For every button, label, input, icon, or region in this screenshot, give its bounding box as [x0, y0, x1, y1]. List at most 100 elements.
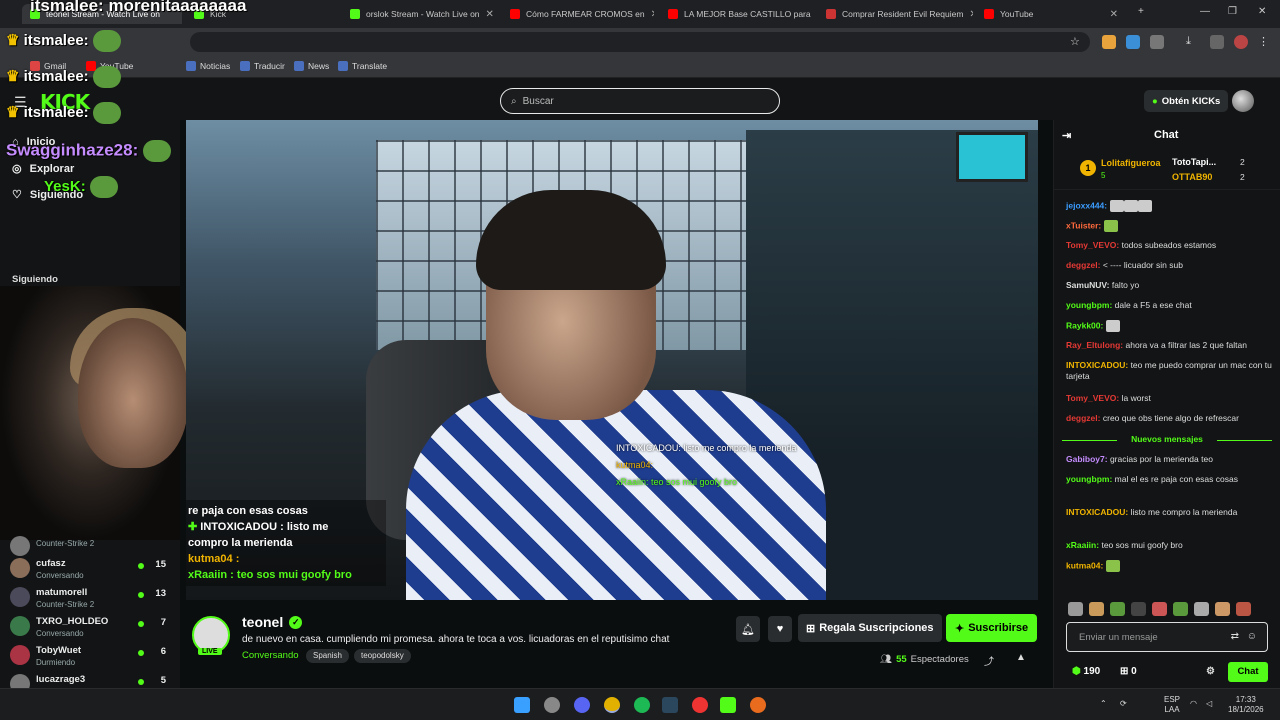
minimize-icon[interactable]: — [1200, 6, 1210, 17]
chat-message[interactable]: xTuister: [1066, 220, 1272, 232]
keyboard-language[interactable]: ESP LAA [1164, 695, 1180, 715]
gear-icon[interactable]: ⚙ [1206, 666, 1215, 677]
following-item-matumorell[interactable]: matumorell Counter-Strike 2 13 [10, 585, 176, 613]
windows-start-icon[interactable] [514, 697, 530, 713]
following-item-txro-holdeo[interactable]: TXRO_HOLDEO Conversando 7 [10, 614, 176, 642]
settings-icon[interactable] [544, 697, 560, 713]
omnibox[interactable] [190, 32, 1090, 52]
chat-message[interactable]: Ray_Eltulong: ahora va a filtrar las 2 q… [1066, 340, 1272, 351]
bookmark-translate[interactable]: Translate [338, 61, 387, 71]
reading-list-icon[interactable] [1210, 35, 1224, 49]
close-tab-icon[interactable]: ✕ [969, 9, 973, 20]
chat-message-input[interactable]: Enviar un mensaje ⇄ ☺ [1066, 622, 1268, 652]
send-chat-button[interactable]: Chat [1228, 662, 1268, 682]
emoji-icon[interactable]: ☺ [1247, 631, 1257, 642]
report-warning-icon[interactable]: ▲ [1016, 652, 1026, 663]
chat-message[interactable]: Raykk00: [1066, 320, 1272, 332]
stream-category[interactable]: Conversando [242, 650, 299, 661]
extension-icon[interactable] [1102, 35, 1116, 49]
kick-app-icon[interactable] [720, 697, 736, 713]
gift-subs-button[interactable]: ⊞ Regala Suscripciones [798, 614, 942, 642]
subscribe-button[interactable]: ✦ Suscribirse [946, 614, 1038, 642]
emote-icon[interactable] [1152, 602, 1167, 616]
emote-icon[interactable] [1131, 602, 1146, 616]
volume-icon[interactable]: ◁ [1206, 699, 1212, 709]
menu-dots-icon[interactable]: ⋮ [1258, 35, 1272, 49]
steam-icon[interactable] [662, 697, 678, 713]
bookmark-news[interactable]: News [294, 61, 329, 71]
gift-count[interactable]: ⊞ 0 [1120, 666, 1137, 677]
video-player[interactable]: re paja con esas cosas ✚ INTOXICADOU : l… [186, 120, 1038, 600]
sidebar-item-explorar[interactable]: ◎ Explorar [12, 162, 74, 176]
spotify-icon[interactable] [634, 697, 650, 713]
obs-icon[interactable] [692, 697, 708, 713]
following-item-lucazrage3[interactable]: lucazrage3 5 [10, 672, 176, 694]
chat-message[interactable]: kutma04: [1066, 560, 1272, 572]
extensions-puzzle-icon[interactable] [1150, 35, 1164, 49]
download-icon[interactable]: ⤓ [1186, 35, 1200, 49]
share-icon[interactable]: ⤴ [984, 653, 994, 668]
emote-icon[interactable] [1173, 602, 1188, 616]
follow-heart-button[interactable]: ♥ [768, 616, 792, 642]
chat-message[interactable]: youngbpm: mal el es re paja con esas cos… [1066, 474, 1272, 485]
crown-icon: ♛ [6, 103, 20, 121]
emote-icon[interactable] [1236, 602, 1251, 616]
close-tab-icon[interactable]: ✕ [486, 9, 494, 20]
tab-youtube[interactable]: YouTube ✕ [976, 4, 1126, 24]
wifi-icon[interactable]: ◠ [1190, 699, 1197, 709]
chat-message[interactable]: deggzel: < ---- licuador sin sub [1066, 260, 1272, 271]
tray-network-icon[interactable]: ⟳ [1120, 699, 1127, 709]
new-tab-button[interactable]: + [1138, 6, 1144, 17]
chat-message[interactable]: INTOXICADOU: listo me compro la merienda [1066, 507, 1272, 518]
search-input[interactable]: ⌕ Buscar [500, 88, 780, 114]
new-messages-separator[interactable]: Nuevos mensajes [1062, 434, 1272, 446]
emote-icon[interactable] [1068, 602, 1083, 616]
close-tab-icon[interactable]: ✕ [1110, 9, 1118, 20]
chat-message[interactable]: Tomy_VEVO: todos subeados estamos [1066, 240, 1272, 251]
following-item-cufasz[interactable]: cufasz Conversando 15 [10, 556, 176, 584]
chat-message[interactable]: SamuNUV: falto yo [1066, 280, 1272, 291]
translate-icon[interactable]: ⇄ [1231, 631, 1239, 642]
chat-message[interactable]: Tomy_VEVO: la worst [1066, 393, 1272, 404]
leader-second-value: 2 [1240, 157, 1245, 167]
tag-teopodolsky[interactable]: teopodolsky [354, 649, 411, 663]
bookmark-noticias[interactable]: Noticias [186, 61, 230, 71]
emote-icon [1103, 220, 1118, 232]
profile-avatar-icon[interactable] [1234, 35, 1248, 49]
emote-icon[interactable] [1194, 602, 1209, 616]
app-icon[interactable] [750, 697, 766, 713]
clock[interactable]: 17:33 18/1/2026 [1228, 695, 1264, 715]
chat-message[interactable]: jejoxx444: [1066, 200, 1272, 212]
collapse-chat-icon[interactable]: ⇥ [1062, 129, 1071, 142]
close-window-icon[interactable]: ✕ [1258, 6, 1266, 17]
following-item-tobywuet[interactable]: TobyWuet Durmiendo 6 [10, 643, 176, 671]
discord-icon[interactable] [574, 697, 590, 713]
maximize-icon[interactable]: ❐ [1228, 6, 1237, 17]
tray-chevron-icon[interactable]: ⌃ [1100, 699, 1107, 709]
emote-icon[interactable] [1215, 602, 1230, 616]
bookmark-traducir[interactable]: Traducir [240, 61, 285, 71]
tab-orslok[interactable]: orslok Stream - Watch Live on ✕ [342, 4, 497, 24]
close-tab-icon[interactable]: ✕ [651, 9, 654, 20]
channel-points[interactable]: ⬢ 190 [1072, 666, 1100, 677]
tab-base-castillo[interactable]: LA MEJOR Base CASTILLO para✕ [660, 4, 812, 24]
chat-message[interactable]: xRaaiin: teo sos mui goofy bro [1066, 540, 1272, 551]
get-kicks-button[interactable]: ● Obtén KICKs [1144, 90, 1229, 112]
emote-icon[interactable] [1110, 602, 1125, 616]
user-avatar[interactable] [1232, 90, 1254, 112]
tag-spanish[interactable]: Spanish [306, 649, 349, 663]
tab-farmear-cromos[interactable]: Cómo FARMEAR CROMOS en✕ [502, 4, 654, 24]
notification-bell-button[interactable]: 🔔︎ [736, 616, 760, 642]
tab-resident-evil[interactable]: Comprar Resident Evil Requiem✕ [818, 4, 973, 24]
chrome-icon[interactable] [604, 697, 620, 713]
overlay-alert-line: itsmalee: morenitaaaaaaaa [30, 0, 247, 15]
chat-message[interactable]: deggzel: creo que obs tiene algo de refr… [1066, 413, 1272, 424]
translate-extension-icon[interactable] [1126, 35, 1140, 49]
bookmark-star-icon[interactable]: ☆ [1070, 35, 1084, 49]
kick-favicon-icon [350, 9, 360, 19]
chat-message[interactable]: youngbpm: dale a F5 a ese chat [1066, 300, 1272, 311]
emote-icon[interactable] [1089, 602, 1104, 616]
chat-message[interactable]: Gabiboy7: gracias por la merienda teo [1066, 454, 1272, 465]
channel-name[interactable]: teonel ✓ [242, 614, 303, 630]
chat-message[interactable]: INTOXICADOU: teo me puedo comprar un mac… [1066, 360, 1272, 382]
